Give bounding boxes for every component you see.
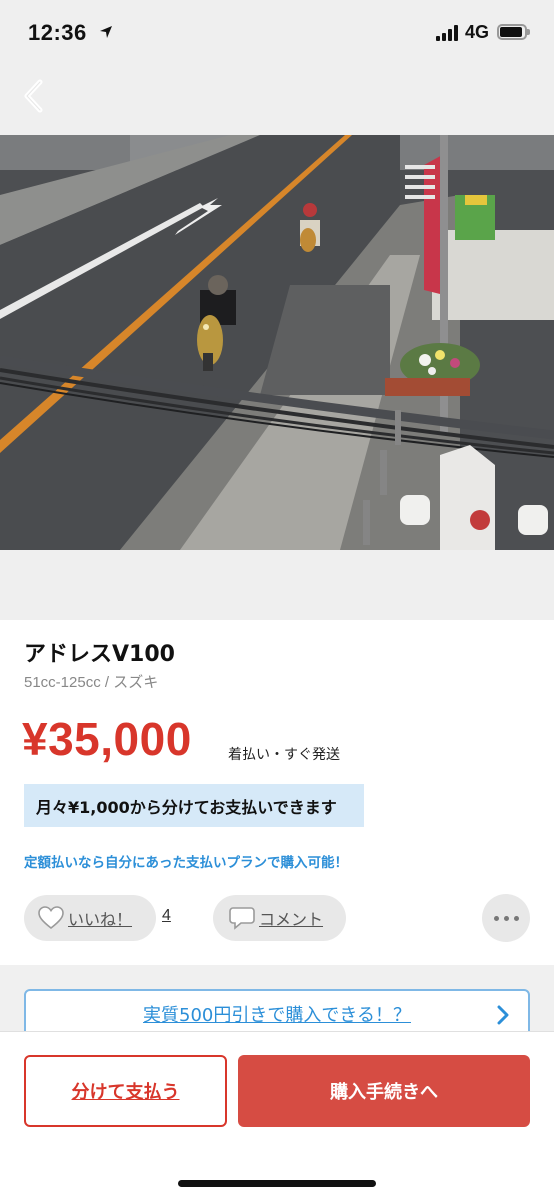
status-time: 12:36 (28, 20, 87, 45)
more-horizontal-icon (491, 915, 521, 921)
discount-promo-label: 実質500円引きで購入できる！？ (143, 1005, 411, 1026)
comment-button[interactable]: コメント (213, 895, 346, 941)
product-category[interactable]: 51cc-125cc / スズキ (24, 671, 158, 692)
scooter-street-photo (0, 135, 554, 550)
split-payment-button[interactable]: 分けて支払う (24, 1055, 227, 1127)
shipping-info: 着払い・すぐ発送 (228, 747, 340, 763)
like-label: いいね！ (68, 910, 133, 929)
home-indicator[interactable] (178, 1180, 376, 1187)
like-count[interactable]: 4 (162, 907, 171, 925)
purchase-label: 購入手続きへ (330, 1082, 438, 1103)
chevron-right-icon (497, 1005, 509, 1025)
heart-icon (38, 906, 64, 930)
purchase-button[interactable]: 購入手続きへ (238, 1055, 530, 1127)
cellular-signal-icon (436, 25, 460, 41)
product-title: アドレスV100 (24, 642, 175, 667)
product-detail-screen: 12:36 4G アドレスV100 51cc-125cc / スズキ ¥35,0… (0, 0, 554, 1200)
like-button[interactable]: いいね！ (24, 895, 156, 941)
product-photo[interactable] (0, 135, 554, 550)
split-payment-label: 分けて支払う (71, 1082, 180, 1103)
installment-banner: 月々¥1,000から分けてお支払いできます (24, 784, 364, 827)
payment-plan-note[interactable]: 定額払いなら自分にあった支払いプランで購入可能！ (24, 851, 348, 871)
installment-text: 月々¥1,000から分けてお支払いできます (36, 797, 337, 817)
speech-bubble-icon (229, 907, 255, 930)
network-label: 4G (465, 22, 490, 42)
comment-label: コメント (259, 910, 324, 929)
location-arrow-icon (100, 26, 112, 38)
more-options-button[interactable] (482, 894, 530, 942)
status-bar: 12:36 4G (0, 0, 554, 68)
product-price: ¥35,000 (22, 713, 192, 765)
battery-icon (497, 24, 530, 40)
back-button[interactable] (14, 76, 54, 116)
chevron-left-icon (24, 79, 43, 113)
